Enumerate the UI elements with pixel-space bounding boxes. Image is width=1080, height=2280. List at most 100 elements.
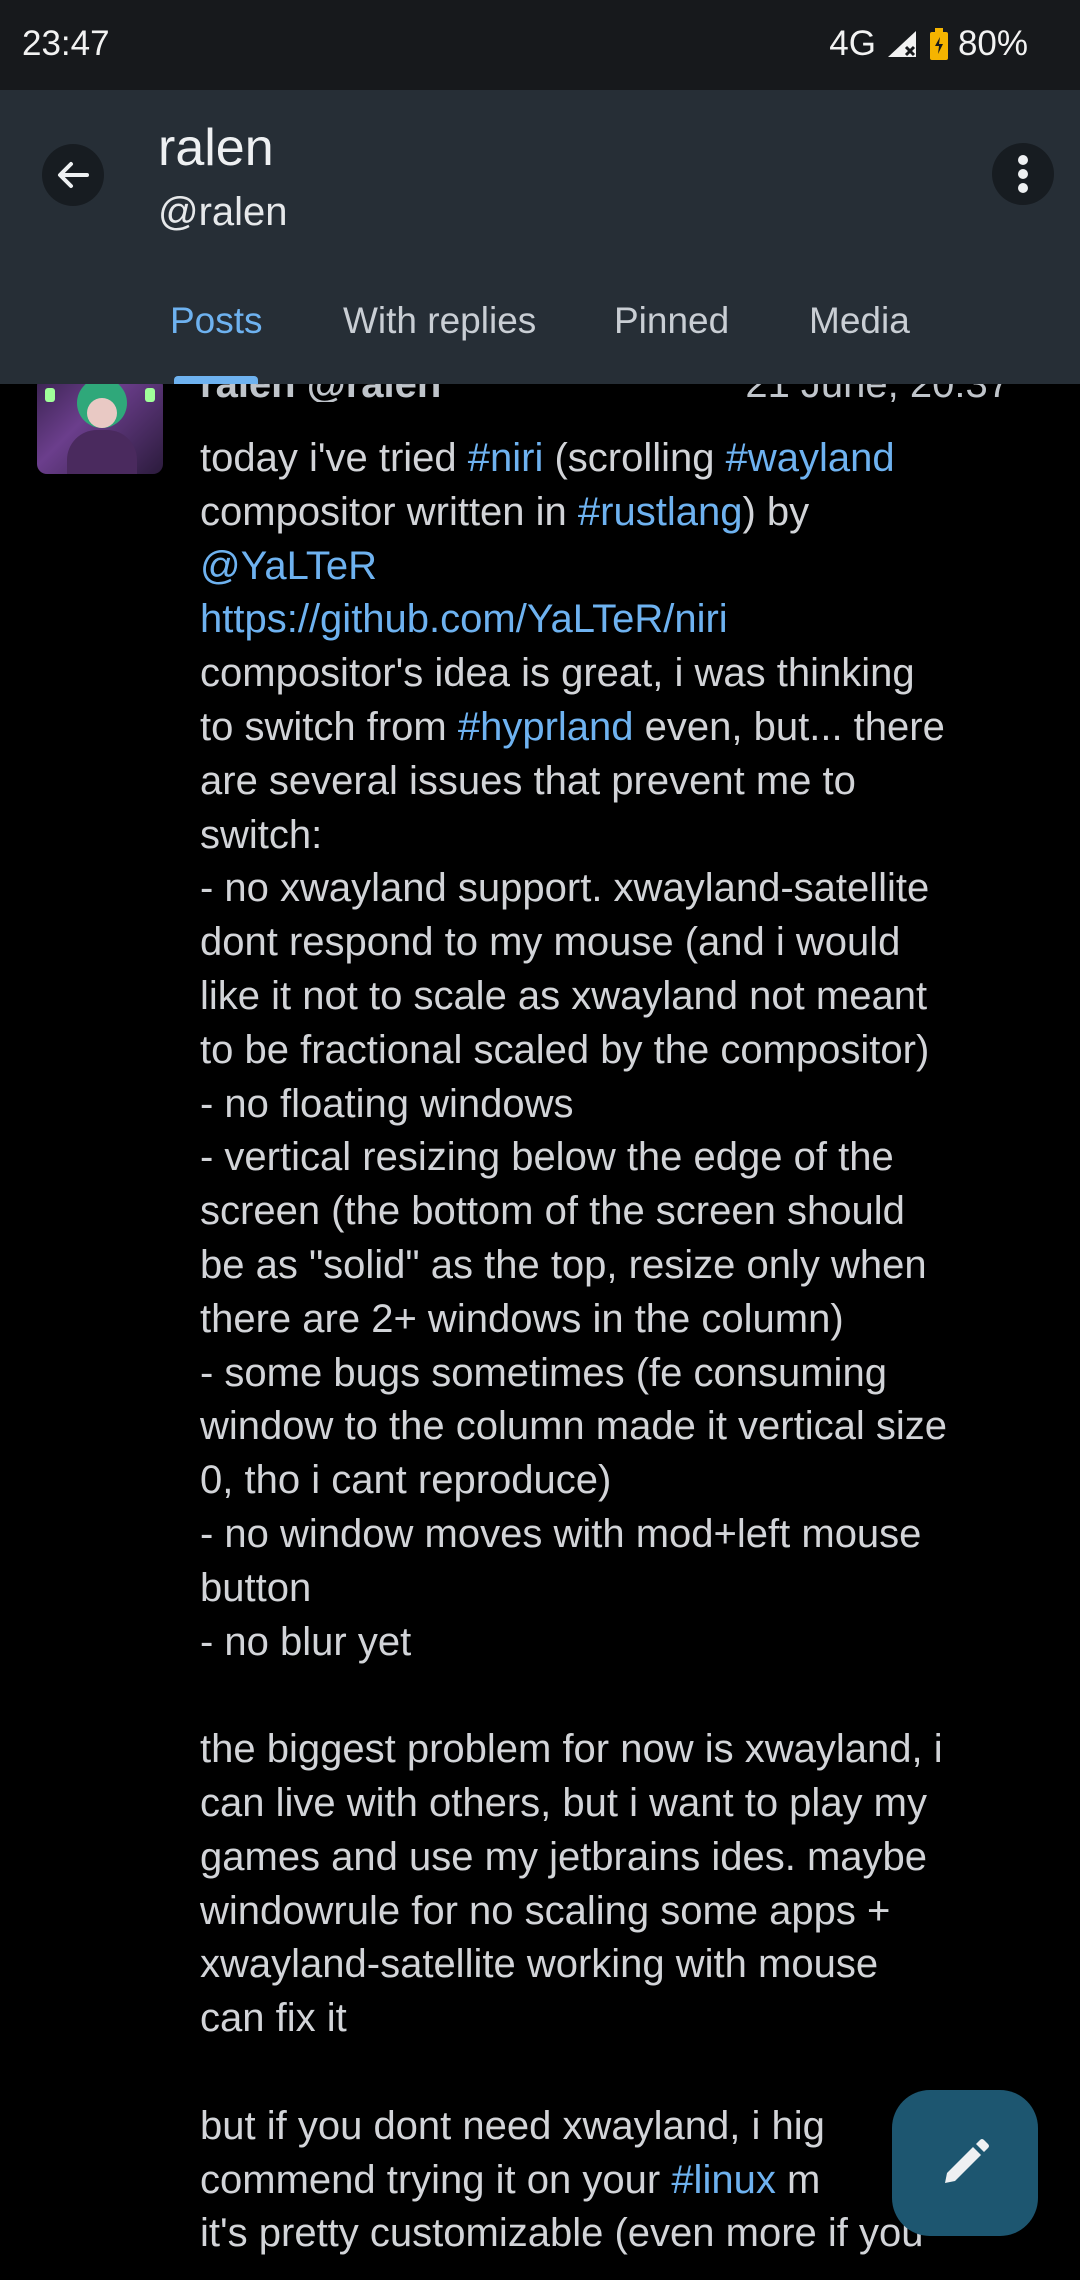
- post-text: even, but... there: [633, 704, 945, 749]
- status-time: 23:47: [22, 24, 110, 63]
- post-line: - no xwayland support. xwayland-satellit…: [200, 862, 1040, 916]
- post-text: (scrolling: [543, 436, 726, 480]
- url-link[interactable]: https://github.com/YaLTeR/niri: [200, 597, 728, 641]
- active-tab-indicator: [174, 376, 258, 384]
- tab-with-replies[interactable]: With replies: [343, 300, 536, 342]
- post-line: like it not to scale as xwayland not mea…: [200, 970, 1040, 1024]
- post-text: windowrule for no scaling some apps +: [200, 1888, 891, 1933]
- post-line: to be fractional scaled by the composito…: [200, 1024, 1040, 1078]
- status-indicators: 4G 80%: [829, 24, 1028, 64]
- hashtag-link[interactable]: #linux: [671, 2158, 776, 2202]
- post-line: - no window moves with mod+left mouse: [200, 1508, 1040, 1562]
- post-date: 21 June, 20:37: [745, 384, 1010, 402]
- avatar[interactable]: [37, 384, 163, 474]
- post-line: - some bugs sometimes (fe consuming: [200, 1347, 1040, 1401]
- post-line: [200, 2046, 1040, 2100]
- post-line: today i've tried #niri (scrolling #wayla…: [200, 432, 1040, 486]
- post-line: there are 2+ windows in the column): [200, 1293, 1040, 1347]
- post-line: window to the column made it vertical si…: [200, 1400, 1040, 1454]
- post-line: switch:: [200, 809, 1040, 863]
- post-line: are several issues that prevent me to: [200, 755, 1040, 809]
- post-text: - vertical resizing below the edge of th…: [200, 1135, 894, 1180]
- tab-media[interactable]: Media: [809, 300, 910, 342]
- profile-tabs: Posts With replies Pinned Media: [0, 258, 1080, 384]
- more-vertical-icon: [1018, 155, 1028, 193]
- tab-posts[interactable]: Posts: [170, 300, 263, 342]
- post-text: can fix it: [200, 1996, 347, 2041]
- hashtag-link[interactable]: #niri: [468, 436, 544, 480]
- post-line: compositor written in #rustlang) by: [200, 486, 1040, 540]
- post-line: [200, 1669, 1040, 1723]
- post-line: - no floating windows: [200, 1078, 1040, 1132]
- post-line: 0, tho i cant reproduce): [200, 1454, 1040, 1508]
- tab-pinned[interactable]: Pinned: [614, 300, 729, 342]
- post-line: can fix it: [200, 1992, 1040, 2046]
- mention-link[interactable]: @YaLTeR: [200, 544, 377, 588]
- profile-name: ralen: [158, 119, 274, 177]
- post-text: the biggest problem for now is xwayland,…: [200, 1727, 943, 1772]
- post-text: can live with others, but i want to play…: [200, 1780, 927, 1825]
- post-line: - vertical resizing below the edge of th…: [200, 1131, 1040, 1185]
- hashtag-link[interactable]: #rustlang: [578, 490, 743, 534]
- post-text: switch:: [200, 812, 323, 857]
- post-line: button: [200, 1562, 1040, 1616]
- post-text: dont respond to my mouse (and i would: [200, 920, 901, 965]
- signal-icon: [887, 31, 916, 57]
- post-text: window to the column made it vertical si…: [200, 1404, 947, 1449]
- post-text: today i've tried: [200, 436, 468, 480]
- post-text: but if you dont need xwayland, i hig: [200, 2103, 825, 2148]
- post-line: dont respond to my mouse (and i would: [200, 916, 1040, 970]
- post-text: - some bugs sometimes (fe consuming: [200, 1350, 887, 1395]
- post-list[interactable]: ralen @ralen 21 June, 20:37 today i've t…: [0, 384, 1080, 2280]
- battery-level: 80%: [957, 24, 1028, 63]
- pencil-icon: [945, 2139, 989, 2183]
- post-text: m: [775, 2157, 821, 2202]
- compose-button[interactable]: [892, 2090, 1038, 2236]
- post-author: ralen @ralen: [200, 384, 441, 402]
- post-text: - no window moves with mod+left mouse: [200, 1511, 922, 1556]
- post-line: - no blur yet: [200, 1616, 1040, 1670]
- post-line: @YaLTeR: [200, 540, 1040, 594]
- post-text: xwayland-satellite working with mouse: [200, 1942, 879, 1987]
- back-button[interactable]: [42, 144, 104, 206]
- post-text: button: [200, 1565, 312, 1610]
- post-text: ) by: [742, 489, 810, 534]
- post-text: compositor's idea is great, i was thinki…: [200, 651, 915, 696]
- post-line: can live with others, but i want to play…: [200, 1777, 1040, 1831]
- post-text: screen (the bottom of the screen should: [200, 1189, 905, 1234]
- profile-header: ralen @ralen: [0, 90, 1080, 258]
- post-line: be as "solid" as the top, resize only wh…: [200, 1239, 1040, 1293]
- post-text: like it not to scale as xwayland not mea…: [200, 973, 928, 1018]
- hashtag-link[interactable]: #hyprland: [458, 705, 634, 749]
- post-text: compositor written in: [200, 489, 578, 534]
- post-text: - no blur yet: [200, 1619, 412, 1664]
- post-text: - no xwayland support. xwayland-satellit…: [200, 866, 930, 911]
- post-text: to be fractional scaled by the composito…: [200, 1027, 930, 1072]
- post-line: games and use my jetbrains ides. maybe: [200, 1831, 1040, 1885]
- post-line: https://github.com/YaLTeR/niri: [200, 593, 1040, 647]
- post-text: - no floating windows: [200, 1081, 574, 1126]
- post-text: are several issues that prevent me to: [200, 758, 856, 803]
- post-text: commend trying it on your: [200, 2157, 672, 2202]
- post-line: screen (the bottom of the screen should: [200, 1185, 1040, 1239]
- arrow-left-icon: [58, 162, 89, 188]
- post-meta: ralen @ralen 21 June, 20:37: [200, 384, 1010, 402]
- post-text: be as "solid" as the top, resize only wh…: [200, 1242, 927, 1287]
- post-text: there are 2+ windows in the column): [200, 1296, 844, 1341]
- post-text: it's pretty customizable (even more if y…: [200, 2211, 924, 2256]
- post-line: to switch from #hyprland even, but... th…: [200, 701, 1040, 755]
- hashtag-link[interactable]: #wayland: [726, 436, 895, 480]
- post-content: today i've tried #niri (scrolling #wayla…: [200, 432, 1040, 2261]
- profile-handle: @ralen: [158, 190, 288, 234]
- post-text: 0, tho i cant reproduce): [200, 1458, 612, 1503]
- post-text: games and use my jetbrains ides. maybe: [200, 1834, 928, 1879]
- post-text: to switch from: [200, 704, 458, 749]
- post-line: the biggest problem for now is xwayland,…: [200, 1723, 1040, 1777]
- post-line: xwayland-satellite working with mouse: [200, 1938, 1040, 1992]
- network-type: 4G: [829, 24, 876, 63]
- battery-icon: [929, 28, 948, 60]
- post-line: compositor's idea is great, i was thinki…: [200, 647, 1040, 701]
- more-options-button[interactable]: [992, 143, 1054, 205]
- post-line: windowrule for no scaling some apps +: [200, 1885, 1040, 1939]
- status-bar: 23:47 4G 80%: [0, 0, 1080, 90]
